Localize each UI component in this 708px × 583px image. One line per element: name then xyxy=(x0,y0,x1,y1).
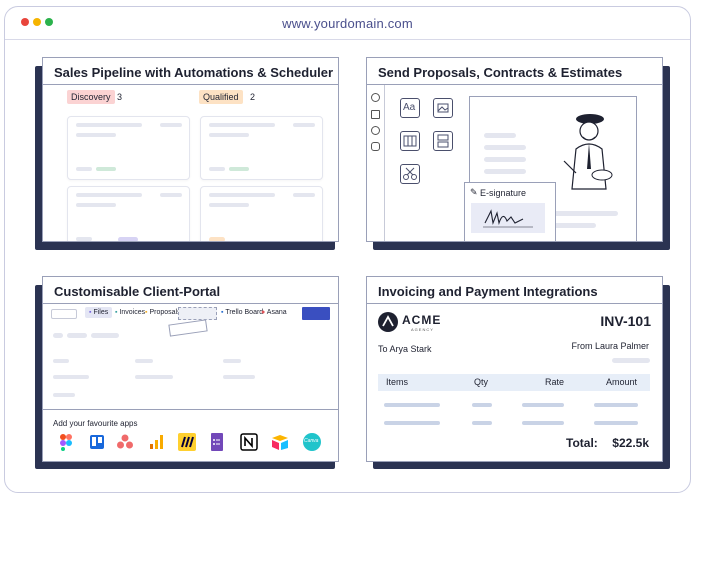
invoice-number: INV-101 xyxy=(600,313,651,329)
invoice-to: To Arya Stark xyxy=(378,344,432,354)
header-qty: Qty xyxy=(474,377,489,387)
add-icon[interactable] xyxy=(371,93,380,102)
tab-trello[interactable]: ▪ Trello Board xyxy=(221,309,263,316)
invoicing-title: Invoicing and Payment Integrations xyxy=(378,284,598,299)
tab-asana[interactable]: ● Asana xyxy=(261,309,287,316)
discovery-tag: Discovery xyxy=(67,90,115,104)
invoice-from: From Laura Palmer xyxy=(571,341,649,351)
table-tool-icon[interactable] xyxy=(400,131,420,151)
miro-icon[interactable] xyxy=(178,433,196,451)
url-bar[interactable]: www.yourdomain.com xyxy=(5,16,690,31)
asana-icon: ● xyxy=(261,309,266,316)
artist-illustration xyxy=(563,114,613,190)
invoice-table-header: Items Qty Rate Amount xyxy=(378,374,650,391)
tab-placeholder[interactable] xyxy=(178,307,217,320)
header-rate: Rate xyxy=(545,377,565,387)
brand-name: ACME xyxy=(402,313,442,327)
portal-title: Customisable Client-Portal xyxy=(54,284,221,299)
file-icon: ▪ xyxy=(89,309,92,316)
apps-label: Add your favourite apps xyxy=(53,419,138,428)
header-amount: Amount xyxy=(606,377,638,387)
esignature-label: E-signature xyxy=(480,188,527,198)
pipeline-card: Sales Pipeline with Automations & Schedu… xyxy=(42,57,339,242)
proposals-title: Send Proposals, Contracts & Estimates xyxy=(378,65,623,80)
pen-icon: ✎ xyxy=(470,187,478,197)
portal-dropdown[interactable] xyxy=(51,309,77,319)
scissors-icon[interactable] xyxy=(400,164,420,184)
discovery-count: 3 xyxy=(117,92,123,102)
trello-icon: ▪ xyxy=(221,309,224,316)
image-tool-icon[interactable] xyxy=(433,98,453,118)
notion-icon[interactable] xyxy=(240,433,258,451)
card-divider xyxy=(367,303,662,304)
card-divider xyxy=(43,84,338,85)
esignature-box[interactable]: ✎ E-signature xyxy=(464,182,556,241)
link-icon[interactable] xyxy=(371,142,380,151)
acme-logo-icon xyxy=(378,312,398,332)
pipeline-title: Sales Pipeline with Automations & Schedu… xyxy=(54,65,334,80)
brand-subtitle: AGENCY xyxy=(411,327,434,332)
signature-scribble xyxy=(483,209,533,228)
tab-invoices[interactable]: ▪ Invoices xyxy=(115,309,145,316)
tab-files[interactable]: ▪ Files xyxy=(85,307,113,318)
airtable-icon[interactable] xyxy=(271,433,289,451)
deal-card[interactable] xyxy=(200,116,323,180)
invoice-icon: ▪ xyxy=(115,309,118,316)
header-items: Items xyxy=(386,377,409,387)
browser-chrome: www.yourdomain.com xyxy=(5,7,690,40)
canva-icon[interactable]: Canva xyxy=(303,433,321,451)
google-forms-icon[interactable] xyxy=(208,433,226,451)
total-label: Total: xyxy=(566,436,598,450)
dragged-tab[interactable] xyxy=(168,319,208,337)
figma-icon[interactable] xyxy=(57,433,75,451)
card-divider xyxy=(367,84,662,85)
portal-action-button[interactable] xyxy=(302,307,330,320)
text-tool-icon[interactable]: Aa xyxy=(400,98,420,118)
invoicing-card: Invoicing and Payment Integrations ACME … xyxy=(366,276,663,462)
trello-icon[interactable] xyxy=(88,433,106,451)
deal-card[interactable] xyxy=(67,186,190,241)
asana-icon[interactable] xyxy=(116,433,134,451)
deal-card[interactable] xyxy=(67,116,190,180)
palette-icon[interactable] xyxy=(371,126,380,135)
tab-proposals[interactable]: ▪ Proposals xyxy=(145,309,181,316)
analytics-icon[interactable] xyxy=(148,433,166,451)
qualified-count: 2 xyxy=(250,92,256,102)
card-divider xyxy=(43,303,338,304)
total-value: $22.5k xyxy=(612,436,649,450)
qualified-tag: Qualified xyxy=(199,90,243,104)
proposals-card: Send Proposals, Contracts & Estimates Aa xyxy=(366,57,663,242)
deal-card[interactable] xyxy=(200,186,323,241)
layout-tool-icon[interactable] xyxy=(433,131,453,151)
settings-icon[interactable] xyxy=(371,110,380,119)
proposal-icon: ▪ xyxy=(145,309,148,316)
